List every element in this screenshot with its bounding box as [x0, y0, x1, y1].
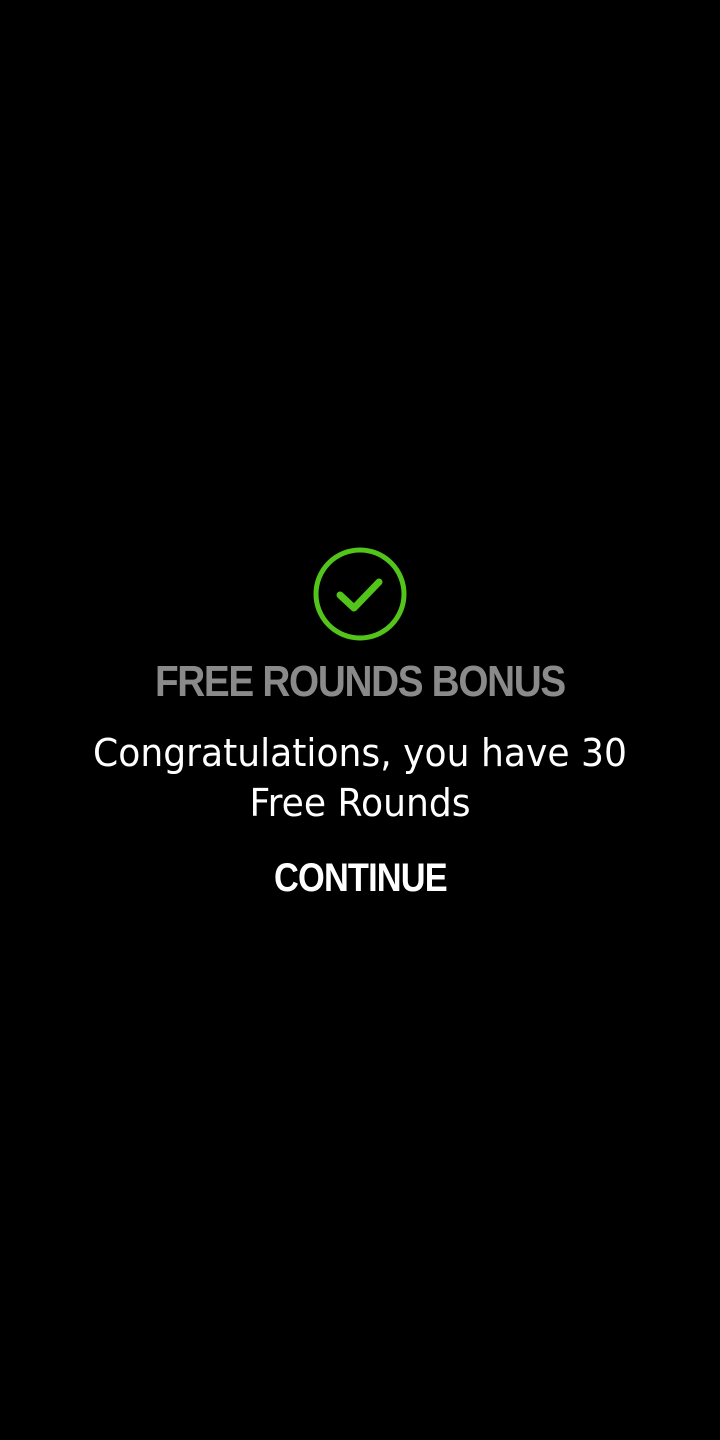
dialog-message: Congratulations, you have 30 Free Rounds — [93, 731, 627, 825]
dialog-title: FREE ROUNDS BONUS — [155, 657, 566, 706]
checkmark-circle-icon — [313, 547, 407, 641]
free-rounds-screen: FREE ROUNDS BONUS Congratulations, you h… — [0, 0, 720, 1440]
continue-button[interactable]: CONTINUE — [256, 846, 463, 910]
free-rounds-dialog: FREE ROUNDS BONUS Congratulations, you h… — [0, 546, 720, 910]
